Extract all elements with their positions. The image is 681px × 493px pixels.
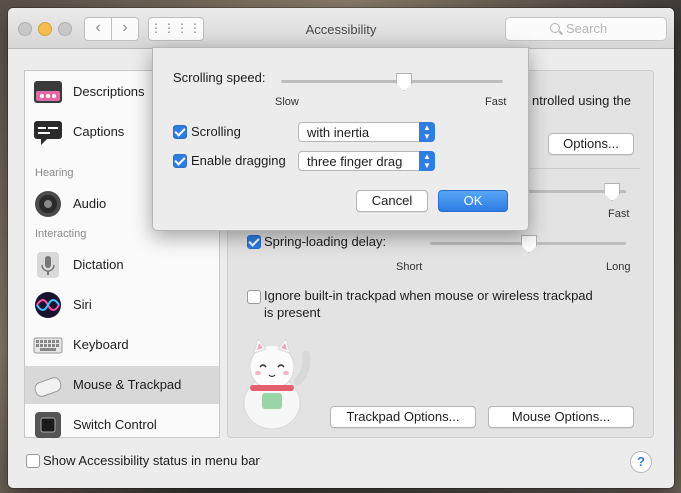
scrolling-speed-slider-knob[interactable] <box>396 73 413 91</box>
sidebar-item-switch-control[interactable]: Switch Control <box>25 406 219 444</box>
ignore-trackpad-checkbox[interactable] <box>247 290 261 304</box>
sidebar-header-interacting: Interacting <box>35 228 87 240</box>
sidebar-item-mouse-trackpad[interactable]: Mouse & Trackpad <box>25 366 219 404</box>
fast-label: Fast <box>485 96 507 108</box>
scrolling-mode-value: with inertia <box>307 125 370 140</box>
scrolling-label: Scrolling <box>191 124 241 139</box>
sidebar-header-hearing: Hearing <box>35 167 74 179</box>
fast-label: Fast <box>608 208 630 220</box>
lucky-cat-illustration <box>243 339 311 430</box>
panel-description-text: ntrolled using the <box>532 93 632 108</box>
descriptions-icon <box>34 81 62 103</box>
sidebar-item-siri[interactable]: Siri <box>25 286 219 324</box>
divider <box>528 168 640 169</box>
dragging-mode-popup[interactable]: three finger drag ▲ ▼ <box>298 151 435 171</box>
sidebar-item-label: Captions <box>73 124 125 139</box>
sidebar-item-label: Dictation <box>73 257 124 272</box>
search-placeholder: Search <box>566 21 608 36</box>
enable-dragging-checkbox[interactable] <box>173 154 187 168</box>
popup-arrows-icon: ▲ ▼ <box>419 122 435 142</box>
sidebar-item-label: Descriptions <box>73 84 145 99</box>
speaker-icon <box>35 191 61 217</box>
sidebar-item-label: Keyboard <box>73 337 129 352</box>
ok-button[interactable]: OK <box>438 190 508 212</box>
trackpad-options-sheet: Scrolling speed: Slow Fast Scrolling wit… <box>152 47 529 231</box>
sidebar-item-label: Mouse & Trackpad <box>73 377 182 392</box>
options-button[interactable]: Options... <box>548 133 634 155</box>
dragging-mode-value: three finger drag <box>307 154 403 169</box>
keyboard-icon <box>33 337 63 354</box>
spring-loading-slider-knob[interactable] <box>521 235 537 253</box>
show-status-checkbox[interactable] <box>26 454 40 468</box>
search-field[interactable]: Search <box>505 17 667 41</box>
help-button[interactable]: ? <box>630 451 652 473</box>
title-bar: ‹ › ⋮⋮⋮⋮ Accessibility Search <box>8 8 674 49</box>
spring-loading-label: Spring-loading delay: <box>264 234 387 249</box>
cancel-button[interactable]: Cancel <box>356 190 428 212</box>
scrolling-speed-label: Scrolling speed: <box>173 70 266 85</box>
sidebar-item-label: Siri <box>73 297 92 312</box>
slow-label: Slow <box>275 96 299 108</box>
search-icon <box>550 23 560 33</box>
sidebar-item-keyboard[interactable]: Keyboard <box>25 326 219 364</box>
scrolling-checkbox[interactable] <box>173 125 187 139</box>
long-label: Long <box>606 261 631 273</box>
enable-dragging-label: Enable dragging <box>191 153 286 168</box>
microphone-icon <box>37 252 59 278</box>
scrolling-mode-popup[interactable]: with inertia ▲ ▼ <box>298 122 435 142</box>
question-mark-icon: ? <box>637 454 645 469</box>
show-status-label: Show Accessibility status in menu bar <box>43 453 260 468</box>
speed-slider-knob[interactable] <box>604 183 621 201</box>
ignore-trackpad-label-line2: is present <box>264 305 321 320</box>
mouse-options-button[interactable]: Mouse Options... <box>488 406 634 428</box>
sidebar-item-label: Audio <box>73 196 107 211</box>
switch-control-icon <box>35 412 61 438</box>
siri-icon <box>35 292 61 318</box>
spring-loading-checkbox[interactable] <box>247 235 261 249</box>
captions-icon <box>34 121 62 145</box>
sidebar-item-label: Switch Control <box>73 417 157 432</box>
popup-arrows-icon: ▲ ▼ <box>419 151 435 171</box>
trackpad-options-button[interactable]: Trackpad Options... <box>330 406 476 428</box>
scrolling-speed-slider-track[interactable] <box>281 80 503 83</box>
sidebar-item-dictation[interactable]: Dictation <box>25 246 219 284</box>
ignore-trackpad-label-line1: Ignore built-in trackpad when mouse or w… <box>264 288 593 303</box>
short-label: Short <box>396 261 423 273</box>
mouse-icon <box>34 377 62 397</box>
